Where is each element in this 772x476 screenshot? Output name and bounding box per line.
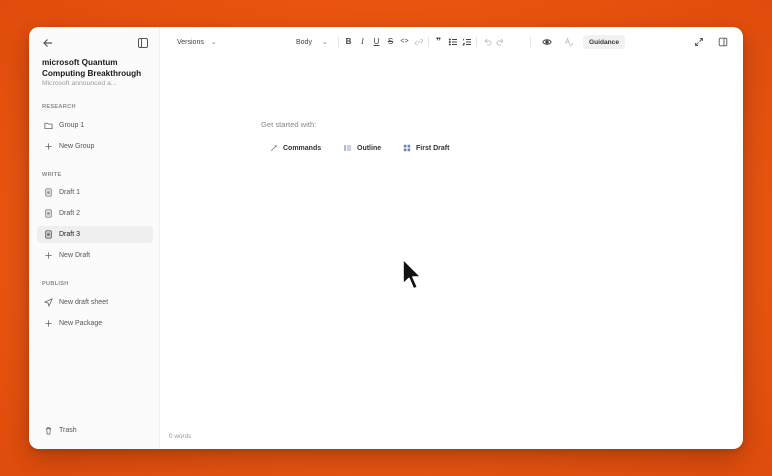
- sidebar-item-label: New Group: [59, 143, 95, 150]
- option-label: First Draft: [416, 144, 450, 152]
- chevron-down-icon: ⌄: [321, 39, 328, 46]
- editor-area: Versions ⌄ Body ⌄ B I U S <> ❞ Guidance …: [160, 27, 743, 449]
- document-title: microsoft Quantum Computing Breakthrough: [42, 58, 142, 78]
- text-style-select[interactable]: Body ⌄: [296, 38, 328, 46]
- toolbar-divider: [476, 37, 477, 47]
- back-arrow-icon[interactable]: [41, 36, 55, 50]
- expand-icon[interactable]: [693, 36, 704, 47]
- sidebar-item-draft-2[interactable]: Draft 2: [37, 205, 153, 222]
- sidebar-item-group-1[interactable]: Group 1: [37, 117, 153, 134]
- first-draft-option[interactable]: First Draft: [402, 142, 449, 154]
- sidebar-item-label: New Package: [59, 320, 103, 327]
- numbered-list-icon[interactable]: [461, 36, 472, 47]
- mouse-cursor-icon: [402, 258, 422, 290]
- new-draft-button[interactable]: New Draft: [37, 247, 153, 264]
- folder-icon: [43, 121, 53, 131]
- trash-button[interactable]: Trash: [37, 422, 153, 439]
- section-write: WRITE: [42, 172, 62, 178]
- document-subtitle: Microsoft announced a...: [42, 80, 117, 87]
- quote-icon[interactable]: ❞: [433, 36, 444, 47]
- sidebar-item-label: Draft 2: [59, 210, 81, 217]
- sidebar-item-label: Group 1: [59, 122, 85, 129]
- strikethrough-icon[interactable]: S: [385, 36, 396, 47]
- bullet-list-icon[interactable]: [447, 36, 458, 47]
- send-icon: [43, 298, 53, 308]
- wand-icon: [269, 144, 278, 153]
- eye-icon[interactable]: [541, 36, 552, 47]
- redo-icon[interactable]: [495, 36, 506, 47]
- sidebar: microsoft Quantum Computing Breakthrough…: [29, 27, 160, 449]
- text-style-value: Body: [296, 39, 312, 46]
- spellcheck-icon[interactable]: [563, 36, 574, 47]
- versions-dropdown[interactable]: Versions ⌄: [177, 38, 217, 46]
- toolbar-divider: [530, 37, 531, 47]
- plus-icon: [43, 319, 53, 329]
- document-icon: [43, 188, 53, 198]
- section-publish: PUBLISH: [42, 281, 69, 287]
- underline-icon[interactable]: U: [371, 36, 382, 47]
- commands-option[interactable]: Commands: [269, 142, 321, 154]
- app-window: microsoft Quantum Computing Breakthrough…: [29, 27, 743, 449]
- versions-label: Versions: [177, 39, 204, 46]
- outline-option[interactable]: Outline: [343, 142, 381, 154]
- chevron-down-icon: ⌄: [210, 39, 217, 46]
- get-started-heading: Get started with:: [261, 120, 317, 129]
- new-package-button[interactable]: New Package: [37, 315, 153, 332]
- sidebar-item-label: New draft sheet: [59, 299, 109, 306]
- grid-icon: [402, 144, 411, 153]
- italic-icon[interactable]: I: [357, 36, 368, 47]
- plus-icon: [43, 142, 53, 152]
- code-icon[interactable]: <>: [399, 36, 410, 47]
- link-icon[interactable]: [413, 36, 424, 47]
- document-icon: [43, 230, 53, 240]
- sidebar-item-label: New Draft: [59, 252, 91, 259]
- toolbar-divider: [338, 37, 339, 47]
- section-research: RESEARCH: [42, 104, 76, 110]
- sidebar-item-draft-1[interactable]: Draft 1: [37, 184, 153, 201]
- trash-icon: [43, 426, 53, 436]
- list-icon: [343, 144, 352, 153]
- toolbar-divider: [428, 37, 429, 47]
- guidance-button[interactable]: Guidance: [583, 35, 625, 49]
- word-count: 0 words: [169, 433, 192, 440]
- plus-icon: [43, 251, 53, 261]
- new-group-button[interactable]: New Group: [37, 138, 153, 155]
- sidebar-item-draft-3[interactable]: Draft 3: [37, 226, 153, 243]
- document-icon: [43, 209, 53, 219]
- undo-icon[interactable]: [481, 36, 492, 47]
- sidebar-item-label: Trash: [59, 427, 77, 434]
- sidebar-item-label: Draft 1: [59, 189, 81, 196]
- sidebar-item-label: Draft 3: [59, 231, 81, 238]
- option-label: Outline: [357, 144, 382, 152]
- option-label: Commands: [283, 144, 322, 152]
- bold-icon[interactable]: B: [343, 36, 354, 47]
- panel-toggle-icon[interactable]: [717, 36, 728, 47]
- sidebar-toggle-icon[interactable]: [136, 36, 150, 50]
- new-draft-sheet-button[interactable]: New draft sheet: [37, 294, 153, 311]
